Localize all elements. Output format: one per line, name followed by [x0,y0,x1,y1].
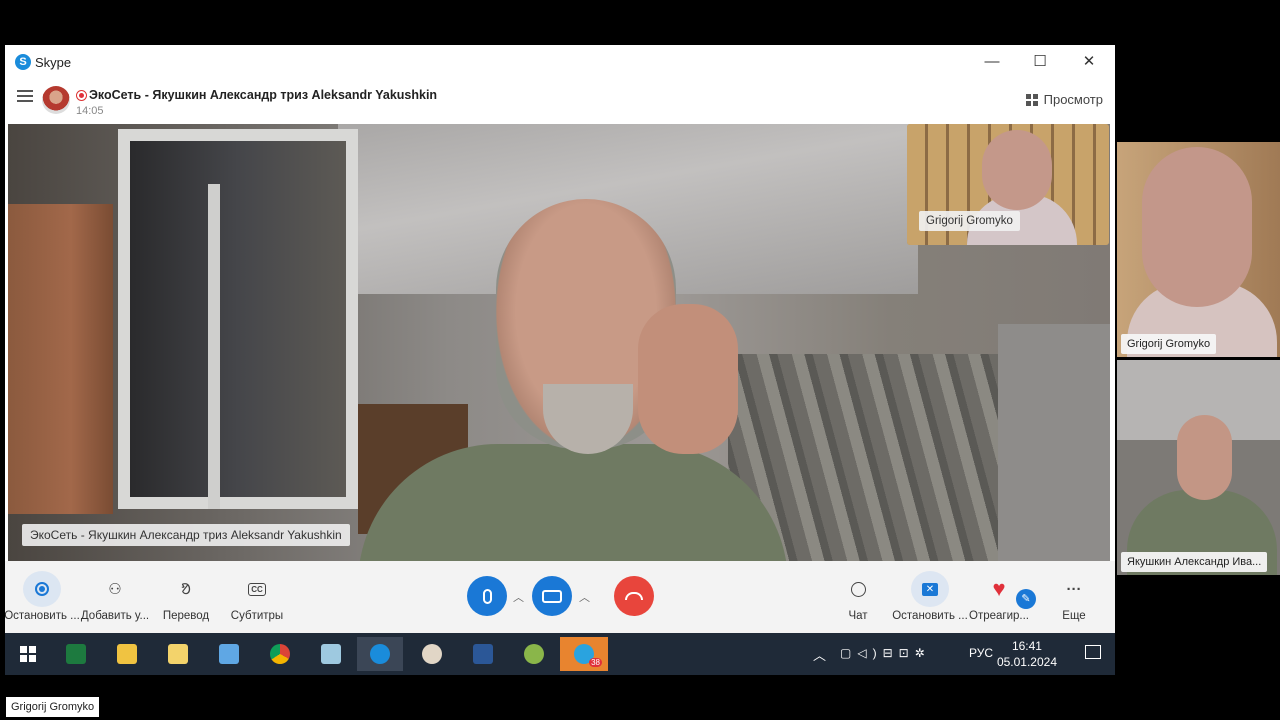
mic-options-chevron-icon[interactable]: ︿ [513,589,524,605]
chat-icon [839,571,877,607]
add-person-icon: ⚇ [108,581,122,598]
camera-icon [542,589,562,603]
bottom-name-label: Grigorij Gromyko [6,697,100,717]
pencil-icon[interactable]: ✎ [1016,589,1036,609]
hangup-button[interactable] [614,576,654,616]
avatar[interactable] [42,86,70,114]
view-button-label: Просмотр [1043,92,1103,107]
subtitles-button[interactable]: CC Субтитры [217,571,297,622]
more-button[interactable]: ··· Еще [1034,571,1114,623]
clock-date: 05.01.2024 [996,655,1057,669]
notification-icon[interactable] [1085,645,1101,659]
clock[interactable]: 16:41 05.01.2024 [997,638,1057,670]
pip-name-label: Grigorij Gromyko [919,211,1020,231]
tray-chevron-icon[interactable]: ︿ [813,645,826,664]
translate-icon: ᱚ [181,581,191,598]
clock-time: 16:41 [1011,639,1042,653]
file-explorer-icon[interactable] [104,637,150,671]
excel-icon[interactable] [53,637,99,671]
camera-button[interactable] [532,576,572,616]
minimize-button[interactable]: — [974,51,1010,73]
add-participant-button[interactable]: ⚇ Добавить у... [75,571,155,622]
call-duration: 14:05 [76,105,104,117]
telegram-badge: 38 [589,658,602,667]
record-icon [23,571,61,607]
self-view-pip[interactable]: Grigorij Gromyko [907,124,1109,245]
paint-icon[interactable] [409,637,455,671]
windows-taskbar: 38 ︿ ▢◁)⊟⊡✲ РУС 16:41 05.01.2024 [5,633,1115,675]
game-icon[interactable] [511,637,557,671]
participant-tile[interactable]: Якушкин Александр Ива... [1117,360,1280,575]
call-control-bar: Остановить ... ⚇ Добавить у... ᱚ Перевод… [5,561,1115,633]
main-video-name-label: ЭкоСеть - Якушкин Александр триз Aleksan… [22,524,350,546]
participant-tile[interactable]: Grigorij Gromyko [1117,142,1280,357]
word-icon[interactable] [460,637,506,671]
camera-options-chevron-icon[interactable]: ︿ [579,589,590,605]
more-icon: ··· [1066,580,1082,598]
mute-button[interactable] [467,576,507,616]
stop-recording-button[interactable]: Остановить ... [5,571,82,622]
language-indicator[interactable]: РУС [969,646,993,660]
recording-indicator-icon [76,90,87,101]
skype-logo-icon: S [15,54,31,70]
remote-desktop-icon[interactable] [206,637,252,671]
skype-window: S Skype — ☐ ✕ ЭкоСеть - Якушкин Александ… [5,45,1115,675]
notepad-icon[interactable] [155,637,201,671]
participant-name-label: Якушкин Александр Ива... [1121,552,1268,572]
stop-share-icon: ✕ [911,571,949,607]
stop-sharing-button[interactable]: ✕ Остановить ... [890,571,970,622]
app-title: Skype [35,55,72,70]
control-label: Отреагир... [969,610,1029,622]
control-label: Еще [1062,610,1086,622]
hamburger-menu-icon[interactable] [17,90,33,104]
hangup-icon [625,592,643,600]
view-button[interactable]: Просмотр [1025,92,1103,107]
control-label: Остановить ... [5,610,80,622]
title-bar: S Skype — ☐ ✕ [5,45,1115,78]
chat-button[interactable]: Чат [818,571,898,622]
heart-icon: ♥ [992,576,1006,601]
call-title: ЭкоСеть - Якушкин Александр триз Aleksan… [89,88,438,102]
notes-icon[interactable] [308,637,354,671]
control-label: Чат [848,610,868,622]
control-label: Перевод [162,610,210,622]
close-button[interactable]: ✕ [1071,51,1107,73]
telegram-icon[interactable]: 38 [560,637,608,671]
control-label: Добавить у... [80,610,150,622]
grid-view-icon [1025,94,1038,106]
chrome-icon[interactable] [257,637,303,671]
participant-name-label: Grigorij Gromyko [1121,334,1217,354]
skype-icon[interactable] [357,637,403,671]
microphone-icon [482,588,492,604]
cc-icon: CC [238,571,276,607]
maximize-button[interactable]: ☐ [1022,51,1058,73]
tray-icons[interactable]: ▢◁)⊟⊡✲ [840,646,931,660]
control-label: Субтитры [230,610,284,622]
translate-button[interactable]: ᱚ Перевод [146,571,226,622]
control-label: Остановить ... [892,610,968,622]
windows-start-icon[interactable] [5,637,51,671]
call-header: ЭкоСеть - Якушкин Александр триз Aleksan… [5,78,1115,122]
